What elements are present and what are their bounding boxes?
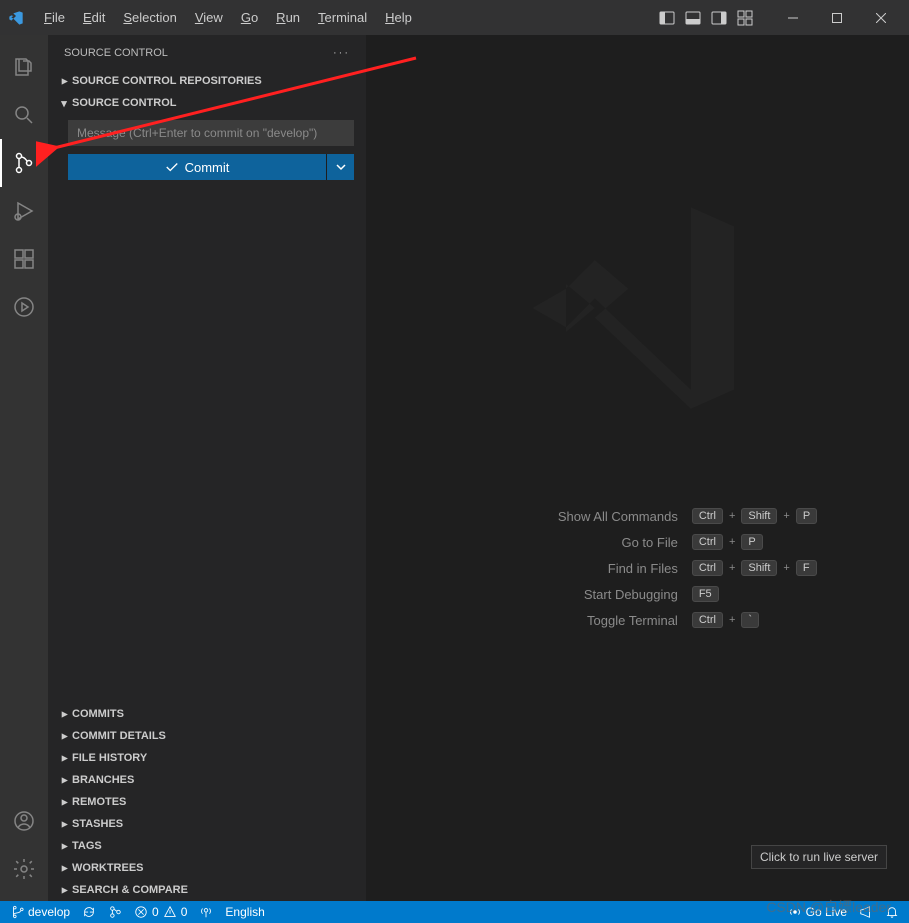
chevron-down-icon: ▾ <box>56 97 72 110</box>
section-commit-details[interactable]: ▾COMMIT DETAILS <box>48 725 366 747</box>
shortcut-row: Go to FileCtrl+P <box>458 534 817 550</box>
commit-button-label: Commit <box>185 160 230 175</box>
megaphone-icon <box>859 905 873 919</box>
welcome-shortcuts: Show All CommandsCtrl+Shift+P Go to FileC… <box>458 508 817 628</box>
activity-run-debug[interactable] <box>0 187 48 235</box>
chevron-down-icon <box>336 162 346 172</box>
section-label: SOURCE CONTROL REPOSITORIES <box>72 75 262 87</box>
shortcut-row: Find in FilesCtrl+Shift+F <box>458 560 817 576</box>
status-feedback[interactable] <box>853 905 879 919</box>
chevron-right-icon: ▾ <box>58 706 71 722</box>
section-search-compare[interactable]: ▾SEARCH & COMPARE <box>48 879 366 901</box>
title-bar: FileEditSelectionViewGoRunTerminalHelp <box>0 0 909 35</box>
section-source-control[interactable]: ▾ SOURCE CONTROL <box>48 92 366 114</box>
shortcut-row: Show All CommandsCtrl+Shift+P <box>458 508 817 524</box>
chevron-right-icon: ▾ <box>58 794 71 810</box>
menu-view[interactable]: View <box>187 6 231 29</box>
activity-search[interactable] <box>0 91 48 139</box>
activity-settings[interactable] <box>0 845 48 893</box>
menu-go[interactable]: Go <box>233 6 266 29</box>
golive-tooltip: Click to run live server <box>751 845 887 869</box>
bell-icon <box>885 905 899 919</box>
status-branch[interactable]: develop <box>4 901 76 923</box>
sync-icon <box>82 905 96 919</box>
source-control-sidebar: SOURCE CONTROL ··· ▾ SOURCE CONTROL REPO… <box>48 35 366 901</box>
commit-message-input[interactable] <box>68 120 354 146</box>
activity-accounts[interactable] <box>0 797 48 845</box>
menu-edit[interactable]: Edit <box>75 6 113 29</box>
commit-button[interactable]: Commit <box>68 154 326 180</box>
status-problems[interactable]: 0 0 <box>128 901 193 923</box>
status-sync[interactable] <box>76 901 102 923</box>
window-maximize-button[interactable] <box>817 3 857 33</box>
section-label: SOURCE CONTROL <box>72 97 177 109</box>
activity-source-control[interactable] <box>0 139 48 187</box>
chevron-right-icon: ▾ <box>58 816 71 832</box>
git-branch-icon <box>10 905 24 919</box>
section-worktrees[interactable]: ▾WORKTREES <box>48 857 366 879</box>
sidebar-title: SOURCE CONTROL <box>64 47 168 59</box>
menu-file[interactable]: File <box>36 6 73 29</box>
menu-run[interactable]: Run <box>268 6 308 29</box>
section-file-history[interactable]: ▾FILE HISTORY <box>48 747 366 769</box>
status-ports[interactable] <box>193 901 219 923</box>
vscode-watermark-icon <box>518 188 758 428</box>
chevron-right-icon: ▾ <box>58 882 71 898</box>
activity-testing[interactable] <box>0 283 48 331</box>
activity-bar <box>0 35 48 901</box>
status-bell[interactable] <box>879 905 905 919</box>
vscode-logo-icon <box>8 10 24 26</box>
toggle-secondary-sidebar-icon[interactable] <box>707 6 731 30</box>
gitlens-icon <box>108 905 122 919</box>
customize-layout-icon[interactable] <box>733 6 757 30</box>
status-language[interactable]: English <box>219 901 270 923</box>
check-icon <box>165 160 179 174</box>
section-stashes[interactable]: ▾STASHES <box>48 813 366 835</box>
section-repositories[interactable]: ▾ SOURCE CONTROL REPOSITORIES <box>48 70 366 92</box>
editor-layout-controls <box>655 6 757 30</box>
section-branches[interactable]: ▾BRANCHES <box>48 769 366 791</box>
section-commits[interactable]: ▾COMMITS <box>48 703 366 725</box>
menu-terminal[interactable]: Terminal <box>310 6 375 29</box>
chevron-right-icon: ▾ <box>58 750 71 766</box>
editor-welcome: Show All CommandsCtrl+Shift+P Go to FileC… <box>366 35 909 901</box>
status-golive[interactable]: Go Live <box>782 905 853 919</box>
section-tags[interactable]: ▾TAGS <box>48 835 366 857</box>
activity-explorer[interactable] <box>0 43 48 91</box>
broadcast-icon <box>788 905 802 919</box>
section-remotes[interactable]: ▾REMOTES <box>48 791 366 813</box>
toggle-panel-icon[interactable] <box>681 6 705 30</box>
sidebar-header: SOURCE CONTROL ··· <box>48 35 366 70</box>
sidebar-more-icon[interactable]: ··· <box>333 47 350 59</box>
chevron-right-icon: ▾ <box>58 73 71 89</box>
chevron-right-icon: ▾ <box>58 728 71 744</box>
chevron-right-icon: ▾ <box>58 772 71 788</box>
main-menu: FileEditSelectionViewGoRunTerminalHelp <box>36 6 420 29</box>
warning-icon <box>163 905 177 919</box>
status-gitlens[interactable] <box>102 901 128 923</box>
window-close-button[interactable] <box>861 3 901 33</box>
radio-tower-icon <box>199 905 213 919</box>
toggle-primary-sidebar-icon[interactable] <box>655 6 679 30</box>
activity-extensions[interactable] <box>0 235 48 283</box>
menu-selection[interactable]: Selection <box>115 6 184 29</box>
commit-dropdown-button[interactable] <box>326 154 354 180</box>
chevron-right-icon: ▾ <box>58 838 71 854</box>
window-minimize-button[interactable] <box>773 3 813 33</box>
chevron-right-icon: ▾ <box>58 860 71 876</box>
shortcut-row: Toggle TerminalCtrl+` <box>458 612 817 628</box>
shortcut-row: Start DebuggingF5 <box>458 586 817 602</box>
error-icon <box>134 905 148 919</box>
menu-help[interactable]: Help <box>377 6 420 29</box>
status-bar: develop 0 0 English Go Live <box>0 901 909 923</box>
